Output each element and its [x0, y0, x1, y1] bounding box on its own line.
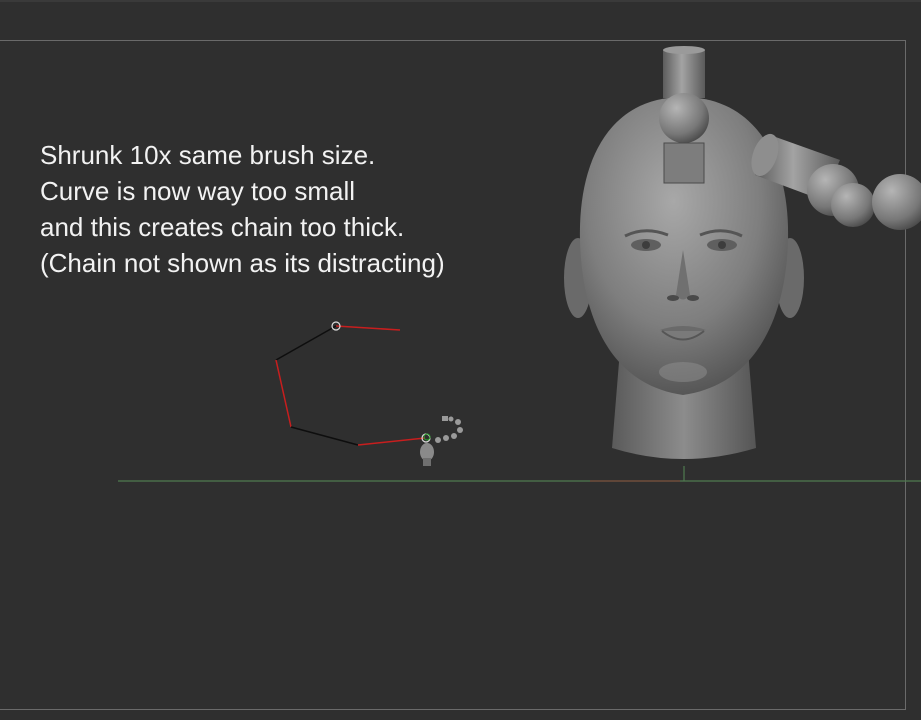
- curve-path[interactable]: [275, 325, 426, 446]
- annotation-line: Shrunk 10x same brush size.: [40, 140, 376, 170]
- ground-grid-line: [118, 466, 921, 482]
- scene-graphics: [118, 46, 921, 482]
- viewport-canvas[interactable]: Shrunk 10x same brush size. Curve is now…: [0, 0, 921, 720]
- small-head-model: [420, 416, 463, 466]
- gizmo-stack-top[interactable]: [659, 46, 709, 184]
- annotation-line: Curve is now way too small: [40, 176, 355, 206]
- annotation-line: (Chain not shown as its distracting): [40, 248, 445, 278]
- annotation-line: and this creates chain too thick.: [40, 212, 405, 242]
- annotation-text: Shrunk 10x same brush size. Curve is now…: [40, 137, 445, 281]
